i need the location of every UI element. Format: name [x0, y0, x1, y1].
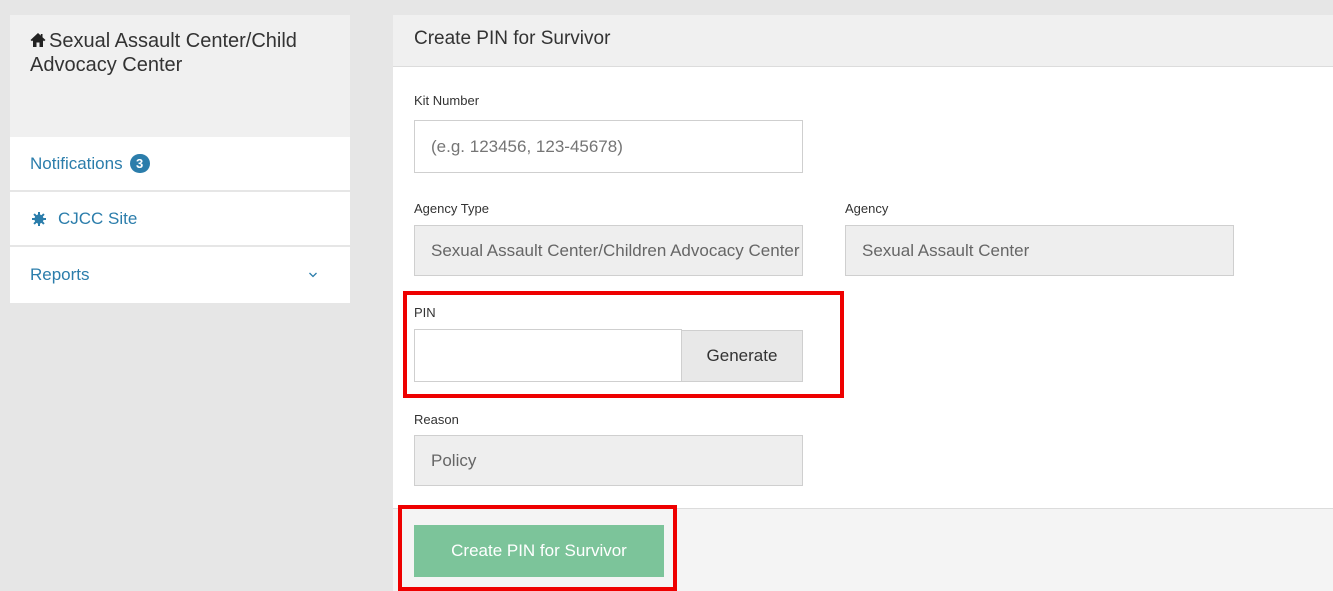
notifications-badge: 3 — [129, 154, 150, 173]
agency-field[interactable]: Sexual Assault Center — [845, 225, 1234, 276]
home-icon — [30, 33, 46, 47]
chevron-down-icon — [309, 272, 317, 277]
reason-field[interactable]: Policy — [414, 435, 803, 486]
notifications-label: Notifications — [30, 153, 123, 173]
reason-label: Reason — [414, 412, 459, 427]
pin-highlight-box — [403, 291, 844, 398]
submit-highlight-box — [398, 505, 677, 591]
sidebar: Sexual Assault Center/Child Advocacy Cen… — [10, 15, 350, 303]
kit-number-label: Kit Number — [414, 93, 480, 108]
cjcc-site-label: CJCC Site — [58, 208, 138, 228]
sidebar-item-notifications[interactable]: Notifications 3 — [10, 137, 350, 192]
sidebar-header: Sexual Assault Center/Child Advocacy Cen… — [10, 15, 350, 137]
reports-label: Reports — [30, 264, 90, 284]
sidebar-item-cjcc-site[interactable]: CJCC Site — [10, 192, 350, 247]
kit-number-input[interactable] — [414, 120, 803, 173]
sidebar-title: Sexual Assault Center/Child Advocacy Cen… — [30, 30, 297, 76]
agency-label: Agency — [845, 201, 889, 216]
sidebar-item-reports[interactable]: Reports — [10, 247, 350, 302]
panel-title: Create PIN for Survivor — [393, 15, 1333, 67]
gear-icon — [32, 211, 46, 226]
agency-type-field[interactable]: Sexual Assault Center/Children Advocacy … — [414, 225, 803, 276]
agency-type-label: Agency Type — [414, 201, 489, 216]
